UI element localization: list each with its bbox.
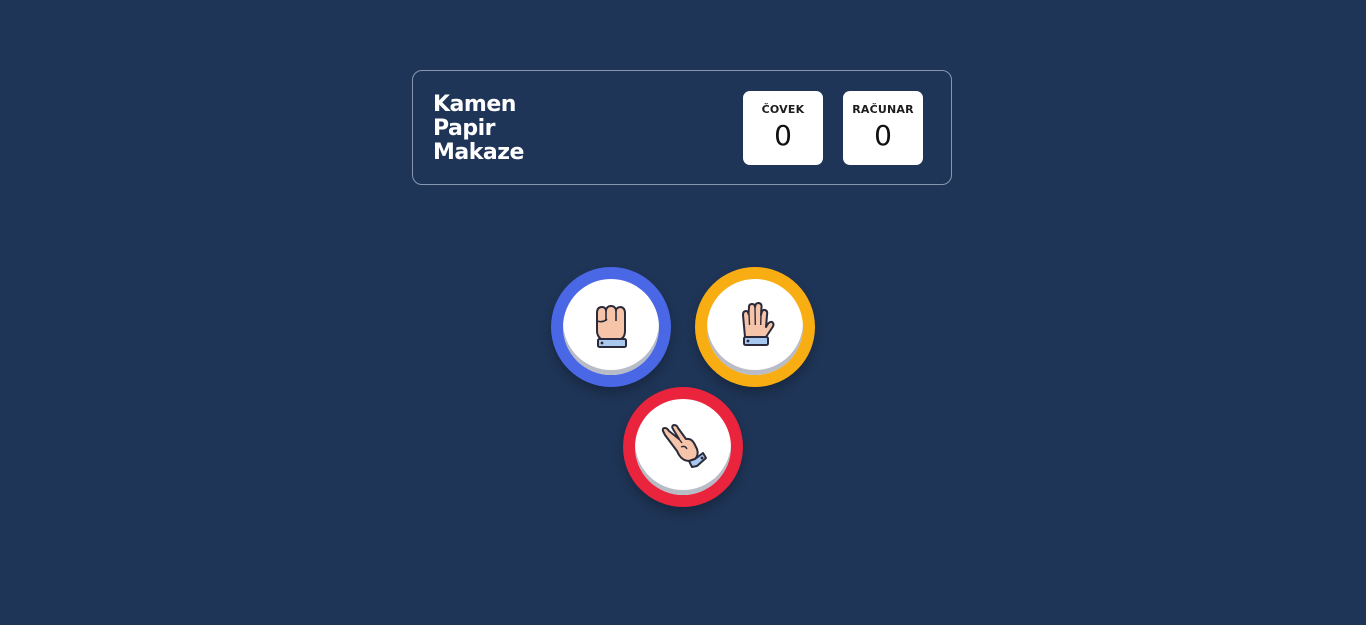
scissors-button[interactable] — [623, 387, 743, 507]
computer-score-label: RAČUNAR — [852, 103, 914, 116]
game-page: Kamen Papir Makaze ČOVEK 0 RAČUNAR 0 — [0, 0, 1366, 625]
paper-button-face[interactable] — [707, 279, 803, 375]
computer-score-value: 0 — [874, 119, 892, 152]
scissors-button-face[interactable] — [635, 399, 731, 495]
title-line-papir: Papir — [433, 116, 496, 141]
human-score-value: 0 — [774, 119, 792, 152]
paper-button[interactable] — [695, 267, 815, 387]
game-title: Kamen Papir Makaze — [433, 93, 524, 165]
rock-button[interactable] — [551, 267, 671, 387]
fist-icon — [596, 304, 627, 348]
title-line-makaze: Makaze — [433, 140, 524, 165]
human-score-label: ČOVEK — [761, 103, 805, 116]
open-hand-icon — [742, 302, 775, 346]
human-score-box: ČOVEK 0 — [743, 91, 823, 165]
scoreboard-header: Kamen Papir Makaze ČOVEK 0 RAČUNAR 0 — [412, 70, 952, 185]
title-line-kamen: Kamen — [433, 92, 516, 117]
rock-button-face[interactable] — [563, 279, 659, 375]
computer-score-box: RAČUNAR 0 — [843, 91, 923, 165]
victory-hand-icon — [661, 424, 707, 468]
